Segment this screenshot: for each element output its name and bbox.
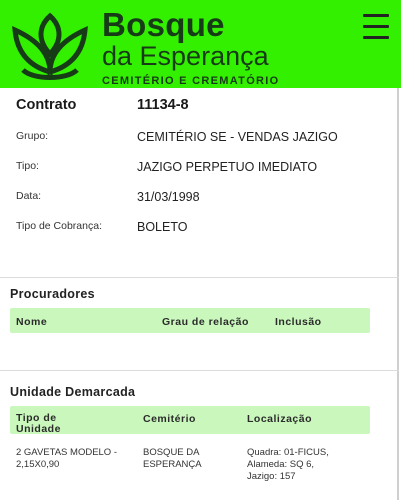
field-row-data: Data: 31/03/1998: [16, 190, 386, 212]
contract-number: 11134-8: [137, 97, 189, 113]
unidade-table-header: Tipo de Unidade Cemitério Localização: [10, 406, 370, 435]
brand-wordmark: Bosque da Esperança CEMITÉRIO E CREMATÓR…: [102, 6, 342, 88]
field-value: JAZIGO PERPETUO IMEDIATO: [137, 160, 318, 174]
menu-bar: [363, 36, 389, 39]
col-cemiterio: Cemitério: [143, 413, 196, 425]
field-label: Tipo de Cobrança:: [16, 220, 102, 232]
brand-name: Bosque: [102, 6, 225, 43]
cell-tipo-unidade: 2 GAVETAS MODELO - 2,15X0,90: [16, 447, 118, 470]
contract-detail-panel: Contrato 11134-8 Grupo: CEMITÉRIO SE - V…: [0, 88, 399, 500]
contract-label: Contrato: [16, 97, 77, 113]
col-localizacao: Localização: [247, 413, 313, 425]
procuradores-title: Procuradores: [10, 287, 95, 301]
hamburger-menu-icon[interactable]: [363, 14, 389, 40]
field-label: Grupo:: [16, 130, 49, 142]
cell-localizacao: Quadra: 01-FICUS, Alameda: SQ 6, Jazigo:…: [247, 447, 329, 482]
menu-bar: [363, 25, 389, 28]
field-row-cobranca: Tipo de Cobrança: BOLETO: [16, 220, 386, 242]
field-row-grupo: Grupo: CEMITÉRIO SE - VENDAS JAZIGO: [16, 130, 386, 152]
field-row-tipo: Tipo: JAZIGO PERPETUO IMEDIATO: [16, 160, 386, 182]
lotus-logo-icon: [12, 12, 88, 80]
procuradores-table-header: Nome Grau de relação Inclusão: [10, 308, 370, 333]
field-label: Data:: [16, 190, 42, 202]
col-nome: Nome: [16, 316, 48, 328]
col-grau-relacao: Grau de relação: [162, 316, 249, 328]
col-tipo-unidade: Tipo de Unidade: [16, 412, 61, 435]
unidade-title: Unidade Demarcada: [10, 385, 136, 399]
app-header: Bosque da Esperança CEMITÉRIO E CREMATÓR…: [0, 0, 401, 88]
field-value: 31/03/1998: [137, 190, 200, 204]
field-value: CEMITÉRIO SE - VENDAS JAZIGO: [137, 130, 338, 144]
field-label: Tipo:: [16, 160, 39, 172]
field-value: BOLETO: [137, 220, 188, 234]
brand-tagline: CEMITÉRIO E CREMATÓRIO: [102, 75, 280, 87]
brand-subname: da Esperança: [102, 41, 269, 71]
cell-cemiterio: BOSQUE DA ESPERANÇA: [143, 447, 202, 470]
contract-row: Contrato 11134-8: [16, 97, 386, 119]
section-divider: [0, 370, 399, 371]
col-inclusao: Inclusão: [275, 316, 322, 328]
section-divider: [0, 277, 399, 278]
menu-bar: [363, 14, 389, 17]
